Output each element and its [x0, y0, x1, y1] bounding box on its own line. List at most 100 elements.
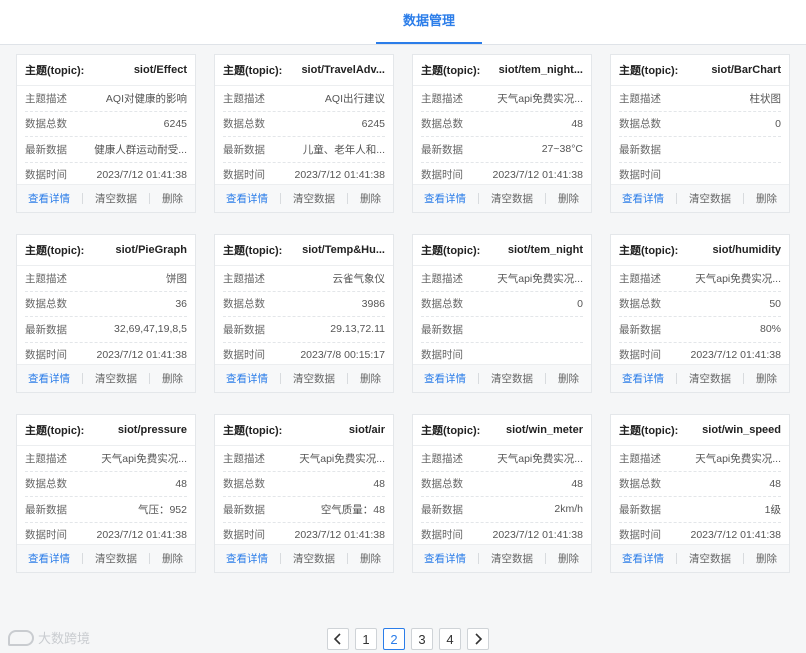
count-value: 0: [775, 117, 781, 130]
latest-row: 最新数据 气压：952: [25, 497, 187, 523]
card-actions: 查看详情 清空数据 删除: [611, 364, 789, 392]
count-value: 48: [571, 117, 583, 130]
topic-name: siot/pressure: [117, 424, 187, 436]
clear-data-button[interactable]: 清空数据: [689, 371, 731, 386]
pagination: 1234: [327, 628, 489, 650]
view-details-button[interactable]: 查看详情: [622, 371, 664, 386]
view-details-button[interactable]: 查看详情: [28, 191, 70, 206]
topic-label: 主题(topic):: [223, 65, 283, 77]
count-value: 50: [769, 297, 781, 310]
divider: [676, 373, 677, 384]
desc-label: 主题描述: [619, 272, 661, 285]
count-label: 数据总数: [25, 478, 67, 491]
clear-data-button[interactable]: 清空数据: [491, 551, 533, 566]
card-actions: 查看详情 清空数据 删除: [413, 364, 591, 392]
time-value: 2023/7/12 01:41:38: [492, 528, 583, 541]
latest-row: 最新数据 27~38°C: [421, 137, 583, 163]
delete-button[interactable]: 删除: [360, 191, 381, 206]
card-header: 主题(topic): siot/air: [215, 415, 393, 446]
delete-button[interactable]: 删除: [756, 371, 777, 386]
count-row: 数据总数 50: [619, 292, 781, 317]
topic-label: 主题(topic):: [421, 65, 481, 77]
count-label: 数据总数: [619, 478, 661, 491]
time-label: 数据时间: [25, 529, 67, 542]
latest-value: 29.13,72.11: [330, 323, 385, 336]
divider: [347, 373, 348, 384]
view-details-button[interactable]: 查看详情: [622, 551, 664, 566]
next-page-button[interactable]: [467, 628, 489, 650]
desc-value: 天气api免费实况...: [497, 92, 583, 105]
prev-page-button[interactable]: [327, 628, 349, 650]
clear-data-button[interactable]: 清空数据: [293, 371, 335, 386]
view-details-button[interactable]: 查看详情: [424, 371, 466, 386]
latest-value: 1级: [764, 503, 781, 516]
clear-data-button[interactable]: 清空数据: [689, 551, 731, 566]
divider: [676, 553, 677, 564]
latest-row: 最新数据: [421, 317, 583, 343]
delete-button[interactable]: 删除: [162, 191, 183, 206]
delete-button[interactable]: 删除: [162, 551, 183, 566]
card-header: 主题(topic): siot/tem_night...: [413, 55, 591, 86]
count-row: 数据总数 36: [25, 292, 187, 317]
count-row: 数据总数 6245: [25, 112, 187, 137]
clear-data-button[interactable]: 清空数据: [95, 191, 137, 206]
divider: [149, 193, 150, 204]
delete-button[interactable]: 删除: [756, 551, 777, 566]
delete-button[interactable]: 删除: [360, 371, 381, 386]
delete-button[interactable]: 删除: [756, 191, 777, 206]
view-details-button[interactable]: 查看详情: [226, 191, 268, 206]
clear-data-button[interactable]: 清空数据: [95, 551, 137, 566]
time-value: 2023/7/12 01:41:38: [690, 528, 781, 541]
page-button[interactable]: 3: [411, 628, 433, 650]
view-details-button[interactable]: 查看详情: [424, 551, 466, 566]
desc-label: 主题描述: [619, 452, 661, 465]
divider: [478, 553, 479, 564]
clear-data-button[interactable]: 清空数据: [689, 191, 731, 206]
count-label: 数据总数: [619, 118, 661, 131]
page-button[interactable]: 2: [383, 628, 405, 650]
clear-data-button[interactable]: 清空数据: [491, 191, 533, 206]
divider: [676, 193, 677, 204]
clear-data-button[interactable]: 清空数据: [293, 191, 335, 206]
clear-data-button[interactable]: 清空数据: [293, 551, 335, 566]
view-details-button[interactable]: 查看详情: [424, 191, 466, 206]
count-value: 0: [577, 297, 583, 310]
latest-label: 最新数据: [25, 503, 67, 516]
clear-data-button[interactable]: 清空数据: [491, 371, 533, 386]
desc-row: 主题描述 饼图: [25, 266, 187, 292]
desc-value: 天气api免费实况...: [497, 272, 583, 285]
topic-label: 主题(topic):: [25, 245, 85, 257]
desc-row: 主题描述 柱状图: [619, 86, 781, 112]
tab-data-management[interactable]: 数据管理: [376, 0, 482, 44]
count-label: 数据总数: [223, 118, 265, 131]
topic-card: 主题(topic): siot/Effect 主题描述 AQI对健康的影响 数据…: [16, 54, 196, 213]
delete-button[interactable]: 删除: [360, 551, 381, 566]
count-label: 数据总数: [223, 478, 265, 491]
view-details-button[interactable]: 查看详情: [28, 371, 70, 386]
view-details-button[interactable]: 查看详情: [226, 551, 268, 566]
clear-data-button[interactable]: 清空数据: [95, 371, 137, 386]
view-details-button[interactable]: 查看详情: [622, 191, 664, 206]
delete-button[interactable]: 删除: [558, 371, 579, 386]
page-button[interactable]: 4: [439, 628, 461, 650]
view-details-button[interactable]: 查看详情: [226, 371, 268, 386]
delete-button[interactable]: 删除: [162, 371, 183, 386]
desc-value: 天气api免费实况...: [299, 452, 385, 465]
view-details-button[interactable]: 查看详情: [28, 551, 70, 566]
time-label: 数据时间: [619, 169, 661, 182]
delete-button[interactable]: 删除: [558, 191, 579, 206]
divider: [280, 373, 281, 384]
desc-value: AQI出行建议: [324, 92, 385, 105]
topic-name: siot/PieGraph: [115, 244, 187, 256]
topic-name: siot/air: [348, 424, 385, 436]
topic-name: siot/BarChart: [711, 64, 781, 76]
divider: [347, 193, 348, 204]
desc-row: 主题描述 天气api免费实况...: [421, 446, 583, 472]
card-actions: 查看详情 清空数据 删除: [611, 544, 789, 572]
time-value: 2023/7/12 01:41:38: [96, 528, 187, 541]
latest-label: 最新数据: [223, 323, 265, 336]
divider: [545, 373, 546, 384]
page-button[interactable]: 1: [355, 628, 377, 650]
delete-button[interactable]: 删除: [558, 551, 579, 566]
card-header: 主题(topic): siot/pressure: [17, 415, 195, 446]
